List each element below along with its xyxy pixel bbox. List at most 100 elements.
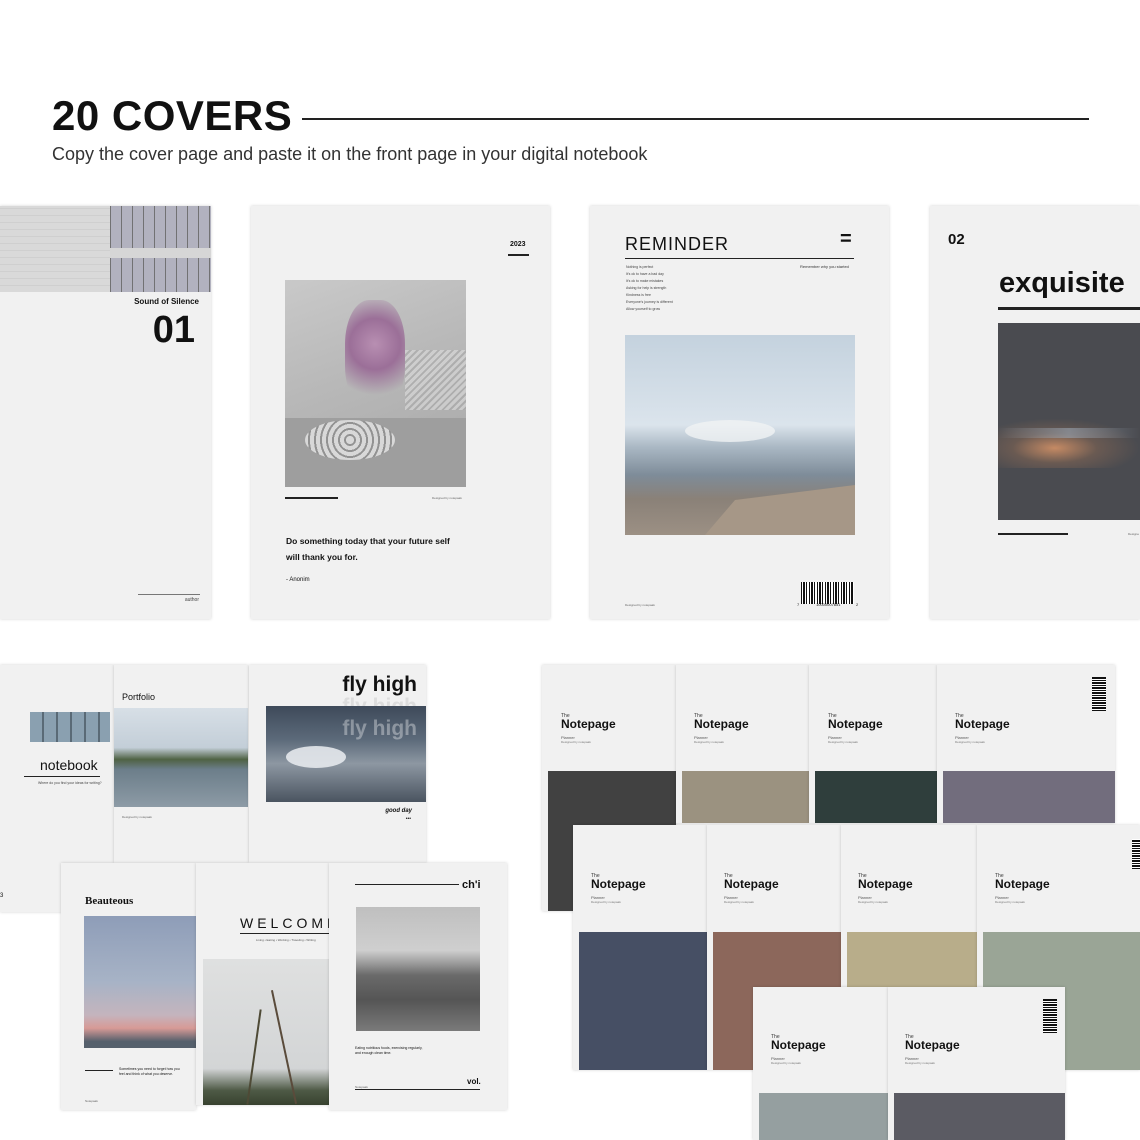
designed-by: Designed by notepaak bbox=[432, 496, 462, 500]
reminder-line: Nothing is perfect bbox=[626, 265, 654, 269]
flower-photo bbox=[285, 280, 466, 487]
grass-photo bbox=[203, 959, 329, 1105]
cover-exquisite[interactable]: 02 exquisite Designe bbox=[930, 206, 1140, 619]
cover-chi[interactable]: ch'i Eating nutritious foods, exercising… bbox=[329, 863, 507, 1110]
notepage-cover-3[interactable]: The Notepage Planner Designed by notepaa… bbox=[809, 665, 937, 823]
cover-reminder[interactable]: REMINDER = Remember why you started Noth… bbox=[590, 206, 889, 619]
reminder-line: Kindness is free bbox=[626, 293, 651, 297]
light-trail-photo bbox=[998, 323, 1140, 520]
cover-fly-high[interactable]: fly high fly high fly high good day ••• bbox=[249, 665, 426, 863]
sea-photo bbox=[625, 335, 855, 535]
np-title: Notepage bbox=[771, 1038, 826, 1052]
photo-rule bbox=[285, 497, 338, 499]
building-photo bbox=[0, 206, 211, 292]
color-block bbox=[943, 771, 1115, 823]
reminder-line: It's ok to have a bad day bbox=[626, 272, 664, 276]
reminder-title: REMINDER bbox=[625, 234, 730, 254]
beauteous-note-2: feel and think of what you deserve. bbox=[119, 1072, 174, 1076]
notepage-cover-10[interactable]: The Notepage Planner Designed by notepaa… bbox=[888, 987, 1065, 1140]
corner-number: 3 bbox=[0, 893, 4, 899]
color-block bbox=[682, 771, 809, 823]
notepage-cover-7[interactable]: The Notepage Planner Designed by notepaa… bbox=[841, 825, 977, 987]
welcome-menu: Living • Eating • Working • Traveling • … bbox=[256, 938, 316, 942]
notepage-cover-2[interactable]: The Notepage Planner Designed by notepaa… bbox=[676, 665, 809, 823]
cover-welcome[interactable]: WELCOME Living • Eating • Working • Trav… bbox=[196, 863, 329, 1105]
reminder-line: It's ok to make mistakes bbox=[626, 279, 664, 283]
notebook-rule bbox=[24, 776, 100, 777]
right-note: Remember why you started bbox=[800, 264, 849, 269]
cover-label: Sound of Silence bbox=[134, 297, 199, 306]
quote-line-2: will thank you for. bbox=[286, 552, 358, 562]
barcode-number: 10000007851 bbox=[816, 602, 841, 607]
color-block bbox=[815, 771, 937, 823]
np-sub2: Designed by notepaak bbox=[724, 900, 754, 904]
np-sub2: Designed by notepaak bbox=[955, 740, 985, 744]
np-sub2: Designed by notepaak bbox=[694, 740, 724, 744]
welcome-rule bbox=[240, 933, 329, 934]
color-block bbox=[759, 1093, 888, 1140]
beauteous-title: Beauteous bbox=[85, 895, 134, 907]
cover-sound-of-silence[interactable]: Sound of Silence 01 author bbox=[0, 206, 211, 619]
page-subtitle: Copy the cover page and paste it on the … bbox=[52, 144, 648, 164]
np-sub2: Designed by notepaak bbox=[828, 740, 858, 744]
beauteous-note-1: Sometimes you need to forget how you bbox=[119, 1067, 180, 1071]
good-day-label: good day bbox=[385, 808, 412, 814]
notepage-cover-5[interactable]: The Notepage Planner Designed by notepaa… bbox=[573, 825, 707, 1070]
quote-line-1: Do something today that your future self bbox=[286, 536, 450, 546]
portfolio-title: Portfolio bbox=[122, 692, 156, 702]
barcode bbox=[801, 582, 854, 604]
chi-footer: vol. bbox=[467, 1077, 481, 1086]
designed-by: Designed by notepaak bbox=[625, 603, 655, 607]
color-block bbox=[894, 1093, 1065, 1140]
barcode bbox=[1092, 677, 1106, 711]
reminder-line: Allow yourself to grow bbox=[626, 307, 661, 311]
reminder-line: Everyone's journey is different bbox=[626, 300, 673, 304]
np-sub2: Designed by notepaak bbox=[995, 900, 1025, 904]
np-title: Notepage bbox=[995, 877, 1050, 891]
np-title: Notepage bbox=[905, 1038, 960, 1052]
cover-beauteous[interactable]: Beauteous Sometimes you need to forget h… bbox=[61, 863, 196, 1110]
author-rule bbox=[138, 594, 200, 595]
trees-photo bbox=[356, 907, 480, 1031]
barcode bbox=[1043, 999, 1057, 1033]
notepage-cover-9[interactable]: The Notepage Planner Designed by notepaa… bbox=[753, 987, 888, 1140]
designed-by: Designed by notepaak bbox=[122, 815, 152, 819]
np-title: Notepage bbox=[694, 717, 749, 731]
designed-by: Notepaak bbox=[85, 1099, 98, 1103]
np-sub2: Designed by notepaak bbox=[905, 1061, 935, 1065]
np-title: Notepage bbox=[724, 877, 779, 891]
np-title: Notepage bbox=[858, 877, 913, 891]
cover-portfolio[interactable]: Portfolio Designed by notepaak bbox=[114, 665, 248, 863]
np-title: Notepage bbox=[955, 717, 1010, 731]
beauteous-rule bbox=[85, 1070, 113, 1071]
dots-label: ••• bbox=[405, 816, 411, 822]
cover-number: 01 bbox=[152, 309, 195, 351]
chi-title: ch'i bbox=[462, 879, 481, 891]
color-block bbox=[847, 932, 977, 987]
quote-author: - Anonim bbox=[286, 577, 310, 583]
cover-2023[interactable]: 2023 Designed by notepaak Do something t… bbox=[251, 206, 550, 619]
np-title: Notepage bbox=[561, 717, 616, 731]
notepage-cover-4[interactable]: The Notepage Planner Designed by notepaa… bbox=[937, 665, 1115, 823]
title-rule bbox=[302, 118, 1089, 120]
chi-rule bbox=[355, 884, 459, 885]
reminder-line: Asking for help is strength bbox=[626, 286, 667, 290]
page-title: 20 COVERS bbox=[52, 92, 293, 139]
np-title: Notepage bbox=[828, 717, 883, 731]
exquisite-rule bbox=[998, 307, 1140, 310]
np-title: Notepage bbox=[591, 877, 646, 891]
flyhigh-title: fly high bbox=[342, 673, 417, 696]
cover-number: 02 bbox=[948, 231, 965, 248]
author-label: author bbox=[184, 597, 199, 603]
barcode bbox=[1132, 839, 1140, 869]
photo-rule bbox=[998, 533, 1068, 535]
exquisite-title: exquisite bbox=[999, 267, 1125, 299]
reminder-rule bbox=[625, 258, 854, 259]
np-sub2: Designed by notepaak bbox=[771, 1061, 801, 1065]
notebook-question: Where do you find your ideas for writing… bbox=[38, 781, 102, 785]
island-photo bbox=[114, 708, 248, 807]
designed-by: Designe bbox=[1128, 532, 1140, 536]
welcome-title: WELCOME bbox=[240, 915, 329, 931]
barcode-right: 2 bbox=[856, 602, 859, 607]
year-rule bbox=[508, 254, 529, 256]
